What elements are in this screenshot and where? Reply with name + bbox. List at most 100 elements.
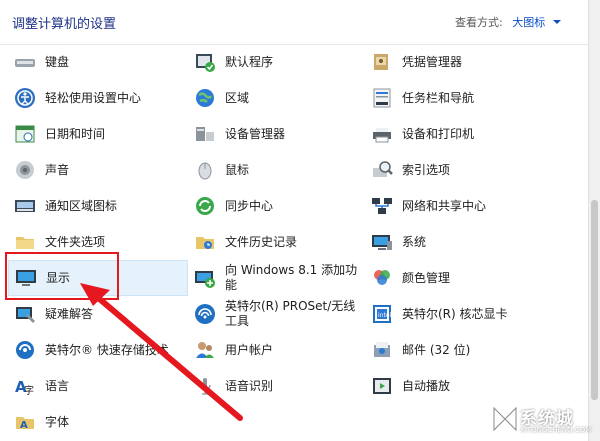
default-programs-icon xyxy=(194,51,216,73)
date-time-icon xyxy=(14,123,36,145)
cp-item-indexing-options[interactable]: 索引选项 xyxy=(365,152,545,188)
cp-item-label: 设备和打印机 xyxy=(402,126,475,141)
cp-item-label: 通知区域图标 xyxy=(45,198,118,213)
cp-item-device-manager[interactable]: 设备管理器 xyxy=(188,116,368,152)
header-bar: 调整计算机的设置 查看方式: 大图标 xyxy=(0,0,588,45)
speech-recognition-icon xyxy=(194,375,216,397)
cp-item-label: 字体 xyxy=(45,414,70,429)
column-3: 凭据管理器 任务栏和导航 设备和打印机 索引选项 网络和共享中心 系统 颜色管理… xyxy=(365,44,545,404)
cp-item-ease-of-access[interactable]: 轻松使用设置中心 xyxy=(8,80,188,116)
column-1: 键盘 轻松使用设置中心 日期和时间 声音 通知区域图标 文件夹选项 显示 疑难解… xyxy=(8,44,188,440)
cp-item-mail[interactable]: 邮件 (32 位) xyxy=(365,332,545,368)
cp-item-folder-options[interactable]: 文件夹选项 xyxy=(8,224,188,260)
taskbar-icon xyxy=(371,87,393,109)
cp-item-network-sharing[interactable]: 网络和共享中心 xyxy=(365,188,545,224)
cp-item-label: 语音识别 xyxy=(225,378,274,393)
cp-item-label: 网络和共享中心 xyxy=(402,198,487,213)
svg-text:A: A xyxy=(20,420,28,431)
cp-item-fonts[interactable]: A 字体 xyxy=(8,404,188,440)
view-by-label: 查看方式: xyxy=(455,16,503,29)
ease-of-access-icon xyxy=(14,87,36,109)
intel-rst-icon xyxy=(14,339,36,361)
cp-item-label: 英特尔® 快速存储技术 xyxy=(45,342,169,357)
intel-proset-icon xyxy=(194,303,216,325)
device-manager-icon xyxy=(194,123,216,145)
svg-text:intel: intel xyxy=(378,312,392,319)
cp-item-label: 轻松使用设置中心 xyxy=(45,90,142,105)
cp-item-intel-graphics[interactable]: intel 英特尔(R) 核芯显卡 xyxy=(365,296,545,332)
vertical-scrollbar[interactable] xyxy=(588,0,600,441)
sync-center-icon xyxy=(194,195,216,217)
network-sharing-icon xyxy=(371,195,393,217)
cp-item-user-accounts[interactable]: 用户帐户 xyxy=(188,332,368,368)
view-by-dropdown[interactable]: 大图标 xyxy=(512,16,545,29)
scrollbar-thumb[interactable] xyxy=(591,200,598,400)
watermark: 系统城 XITONGCHENG.COM xyxy=(490,402,591,438)
cp-item-label: 文件历史记录 xyxy=(225,234,298,249)
indexing-options-icon xyxy=(371,159,393,181)
notification-area-icon xyxy=(14,195,36,217)
cp-item-label: 邮件 (32 位) xyxy=(402,342,471,357)
cp-item-intel-proset[interactable]: 英特尔(R) PROSet/无线工具 xyxy=(188,296,368,332)
mouse-icon xyxy=(194,159,216,181)
cp-item-speech-recognition[interactable]: 语音识别 xyxy=(188,368,368,404)
cp-item-label: 文件夹选项 xyxy=(45,234,106,249)
cp-item-troubleshooting[interactable]: 疑难解答 xyxy=(8,296,188,332)
cp-item-label: 任务栏和导航 xyxy=(402,90,475,105)
cp-item-label: 区域 xyxy=(225,90,250,105)
cp-item-label: 颜色管理 xyxy=(402,270,451,285)
cp-item-sound[interactable]: 声音 xyxy=(8,152,188,188)
cp-item-label: 设备管理器 xyxy=(225,126,286,141)
mail-icon xyxy=(371,339,393,361)
column-2: 默认程序 区域 设备管理器 鼠标 同步中心 文件历史记录 向 Windows 8… xyxy=(188,44,368,404)
watermark-text: 系统城 xyxy=(520,409,574,429)
cp-item-label: 语言 xyxy=(45,378,70,393)
language-icon: A字 xyxy=(14,375,36,397)
cp-item-label: 同步中心 xyxy=(225,198,274,213)
intel-graphics-icon: intel xyxy=(371,303,393,325)
devices-printers-icon xyxy=(371,123,393,145)
cp-item-label: 英特尔(R) PROSet/无线工具 xyxy=(225,299,356,328)
svg-text:字: 字 xyxy=(24,384,34,397)
cp-item-label: 用户帐户 xyxy=(225,342,274,357)
cp-item-region[interactable]: 区域 xyxy=(188,80,368,116)
cp-item-date-time[interactable]: 日期和时间 xyxy=(8,116,188,152)
cp-item-label: 疑难解答 xyxy=(45,306,94,321)
cp-item-label: 凭据管理器 xyxy=(402,54,463,69)
cp-item-label: 英特尔(R) 核芯显卡 xyxy=(402,306,508,321)
system-icon xyxy=(371,231,393,253)
sound-icon xyxy=(14,159,36,181)
cp-item-taskbar[interactable]: 任务栏和导航 xyxy=(365,80,545,116)
cp-item-default-programs[interactable]: 默认程序 xyxy=(188,44,368,80)
troubleshooting-icon xyxy=(14,303,36,325)
cp-item-color-management[interactable]: 颜色管理 xyxy=(365,260,545,296)
cp-item-notification-area[interactable]: 通知区域图标 xyxy=(8,188,188,224)
cp-item-label: 索引选项 xyxy=(402,162,451,177)
cp-item-language[interactable]: A字 语言 xyxy=(8,368,188,404)
color-management-icon xyxy=(371,267,393,289)
cp-item-sync-center[interactable]: 同步中心 xyxy=(188,188,368,224)
cp-item-add-features[interactable]: 向 Windows 8.1 添加功能 xyxy=(188,260,368,296)
cp-item-label: 自动播放 xyxy=(402,378,451,393)
cp-item-label: 鼠标 xyxy=(225,162,250,177)
cp-item-label: 默认程序 xyxy=(225,54,274,69)
display-icon xyxy=(15,267,37,289)
credential-manager-icon xyxy=(371,51,393,73)
cp-item-label: 系统 xyxy=(402,234,427,249)
cp-item-devices-printers[interactable]: 设备和打印机 xyxy=(365,116,545,152)
fonts-icon: A xyxy=(14,411,36,433)
cp-item-intel-rst[interactable]: 英特尔® 快速存储技术 xyxy=(8,332,188,368)
file-history-icon xyxy=(194,231,216,253)
keyboard-icon xyxy=(14,51,36,73)
cp-item-autoplay[interactable]: 自动播放 xyxy=(365,368,545,404)
cp-item-label: 向 Windows 8.1 添加功能 xyxy=(225,263,358,292)
cp-item-file-history[interactable]: 文件历史记录 xyxy=(188,224,368,260)
cp-item-system[interactable]: 系统 xyxy=(365,224,545,260)
cp-item-mouse[interactable]: 鼠标 xyxy=(188,152,368,188)
cp-item-keyboard[interactable]: 键盘 xyxy=(8,44,188,80)
chevron-down-icon[interactable] xyxy=(552,20,561,24)
cp-item-credential-manager[interactable]: 凭据管理器 xyxy=(365,44,545,80)
watermark-subtext: XITONGCHENG.COM xyxy=(520,426,592,434)
region-icon xyxy=(194,87,216,109)
cp-item-display[interactable]: 显示 xyxy=(8,260,188,296)
